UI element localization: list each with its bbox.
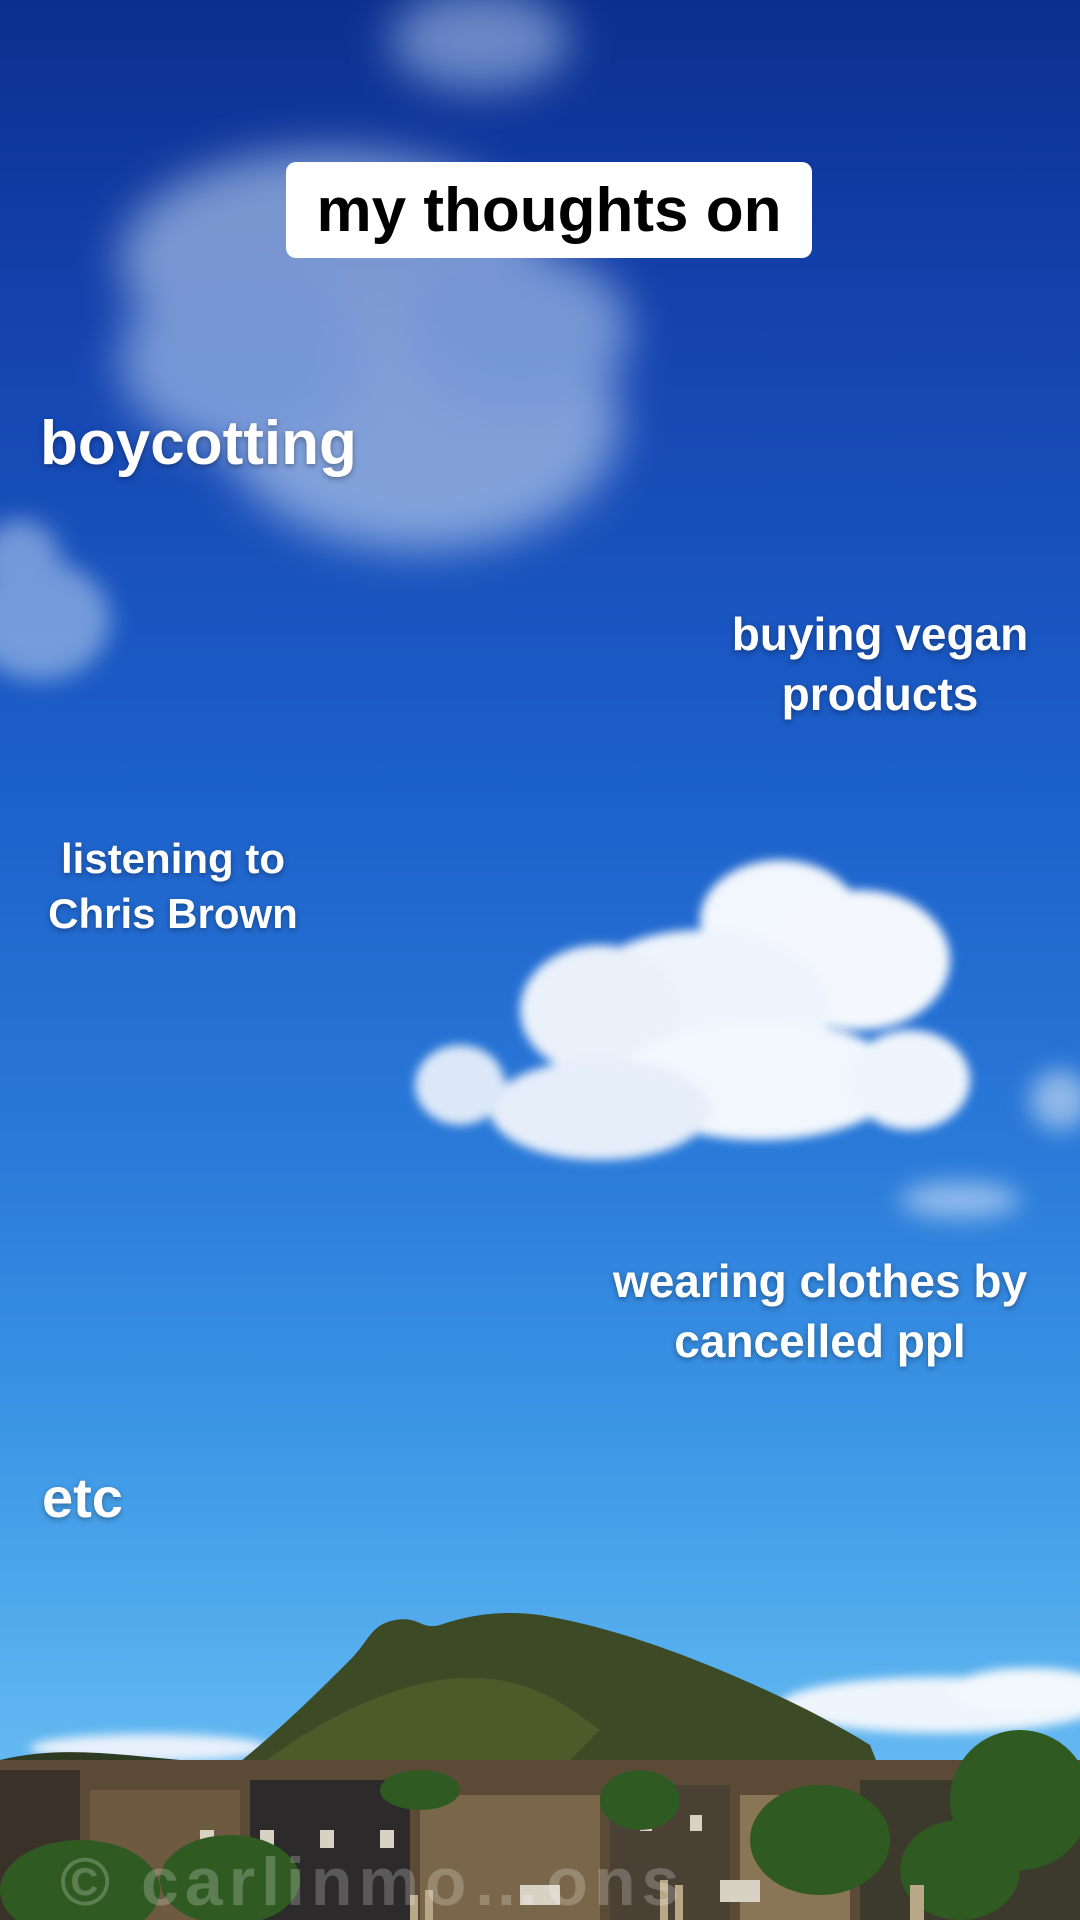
caption-cancelled-clothes: wearing clothes by cancelled ppl: [612, 1255, 1028, 1367]
story-background-photo: © carlinmo…ons my thoughts on boycotting…: [0, 0, 1080, 1920]
caption-etc: etc: [42, 1466, 123, 1529]
title-text: my thoughts on: [316, 175, 782, 245]
photo-watermark: © carlinmo…ons: [60, 1844, 685, 1920]
caption-chris-brown: listening to Chris Brown: [48, 835, 298, 937]
caption-buying-vegan: buying vegan products: [731, 608, 1029, 720]
middle-puffy-cloud: [415, 860, 970, 1160]
title-pill: my thoughts on: [286, 162, 812, 258]
caption-boycotting: boycotting: [40, 409, 357, 478]
sky-landscape-illustration: © carlinmo…ons: [0, 0, 1080, 1920]
left-wispy-cloud: [0, 520, 110, 680]
